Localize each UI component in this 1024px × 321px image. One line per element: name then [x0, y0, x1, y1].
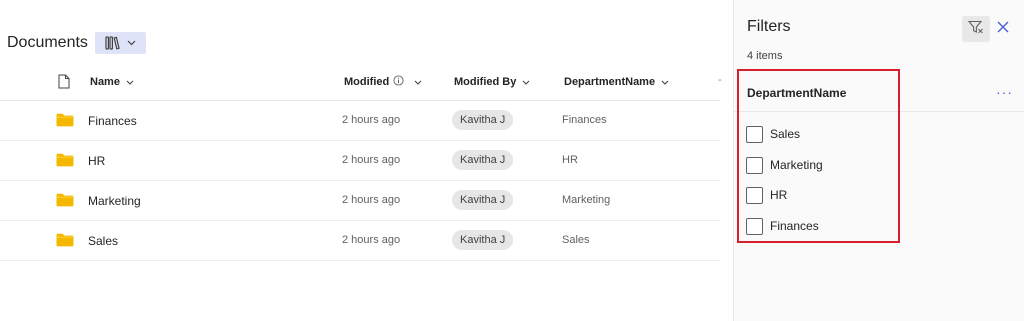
- filter-pane-title: Filters: [747, 18, 791, 35]
- add-column-separator[interactable]: -: [718, 74, 722, 86]
- file-name-link[interactable]: Finances: [88, 114, 137, 128]
- modified-by-persona[interactable]: Kavitha J: [452, 110, 514, 130]
- more-options-button[interactable]: ···: [996, 84, 1013, 100]
- department-value: Marketing: [562, 194, 611, 206]
- filter-icon: [967, 20, 984, 39]
- modified-column-header[interactable]: Modified: [344, 72, 422, 92]
- highlight-annotation-box: [737, 69, 900, 243]
- document-icon: [58, 74, 70, 93]
- name-column-label: Name: [90, 76, 120, 88]
- modified-date: 2 hours ago: [342, 114, 401, 126]
- department-value: HR: [562, 154, 578, 166]
- department-column-label: DepartmentName: [564, 76, 656, 88]
- modified-by-column-label: Modified By: [454, 76, 517, 88]
- table-row[interactable]: Marketing 2 hours ago Kavitha J Marketin…: [0, 181, 720, 221]
- folder-icon: [56, 193, 74, 212]
- close-icon[interactable]: [996, 20, 1010, 34]
- file-name-link[interactable]: Marketing: [88, 194, 141, 208]
- library-header: Documents: [7, 32, 146, 54]
- department-value: Finances: [562, 114, 607, 126]
- table-row[interactable]: Finances 2 hours ago Kavitha J Finances: [0, 101, 720, 141]
- file-type-column-header[interactable]: [58, 74, 70, 94]
- chevron-down-icon: [414, 76, 422, 88]
- modified-by-persona[interactable]: Kavitha J: [452, 230, 514, 250]
- name-column-header[interactable]: Name: [90, 72, 134, 92]
- department-value: Sales: [562, 234, 590, 246]
- table-row[interactable]: HR 2 hours ago Kavitha J HR: [0, 141, 720, 181]
- modified-date: 2 hours ago: [342, 154, 401, 166]
- view-switcher-button[interactable]: [94, 32, 146, 54]
- folder-icon: [56, 233, 74, 252]
- modified-column-label: Modified: [344, 76, 390, 88]
- modified-date: 2 hours ago: [342, 194, 401, 206]
- item-count: 4 items: [747, 50, 783, 62]
- modified-by-persona[interactable]: Kavitha J: [452, 150, 514, 170]
- modified-date: 2 hours ago: [342, 234, 401, 246]
- modified-by-column-header[interactable]: Modified By: [454, 72, 530, 92]
- folder-icon: [56, 153, 74, 172]
- file-name-link[interactable]: HR: [88, 154, 105, 168]
- filter-toggle-button[interactable]: [962, 16, 990, 42]
- info-icon[interactable]: [393, 75, 404, 89]
- department-column-header[interactable]: DepartmentName: [564, 72, 669, 92]
- chevron-down-icon: [522, 76, 530, 88]
- table-row[interactable]: Sales 2 hours ago Kavitha J Sales: [0, 221, 720, 261]
- modified-by-persona[interactable]: Kavitha J: [452, 190, 514, 210]
- library-books-icon: [105, 36, 121, 50]
- folder-icon: [56, 113, 74, 132]
- library-title: Documents: [7, 34, 88, 51]
- file-name-link[interactable]: Sales: [88, 234, 118, 248]
- chevron-down-icon: [661, 76, 669, 88]
- chevron-down-icon: [126, 76, 134, 88]
- chevron-down-icon: [127, 40, 136, 46]
